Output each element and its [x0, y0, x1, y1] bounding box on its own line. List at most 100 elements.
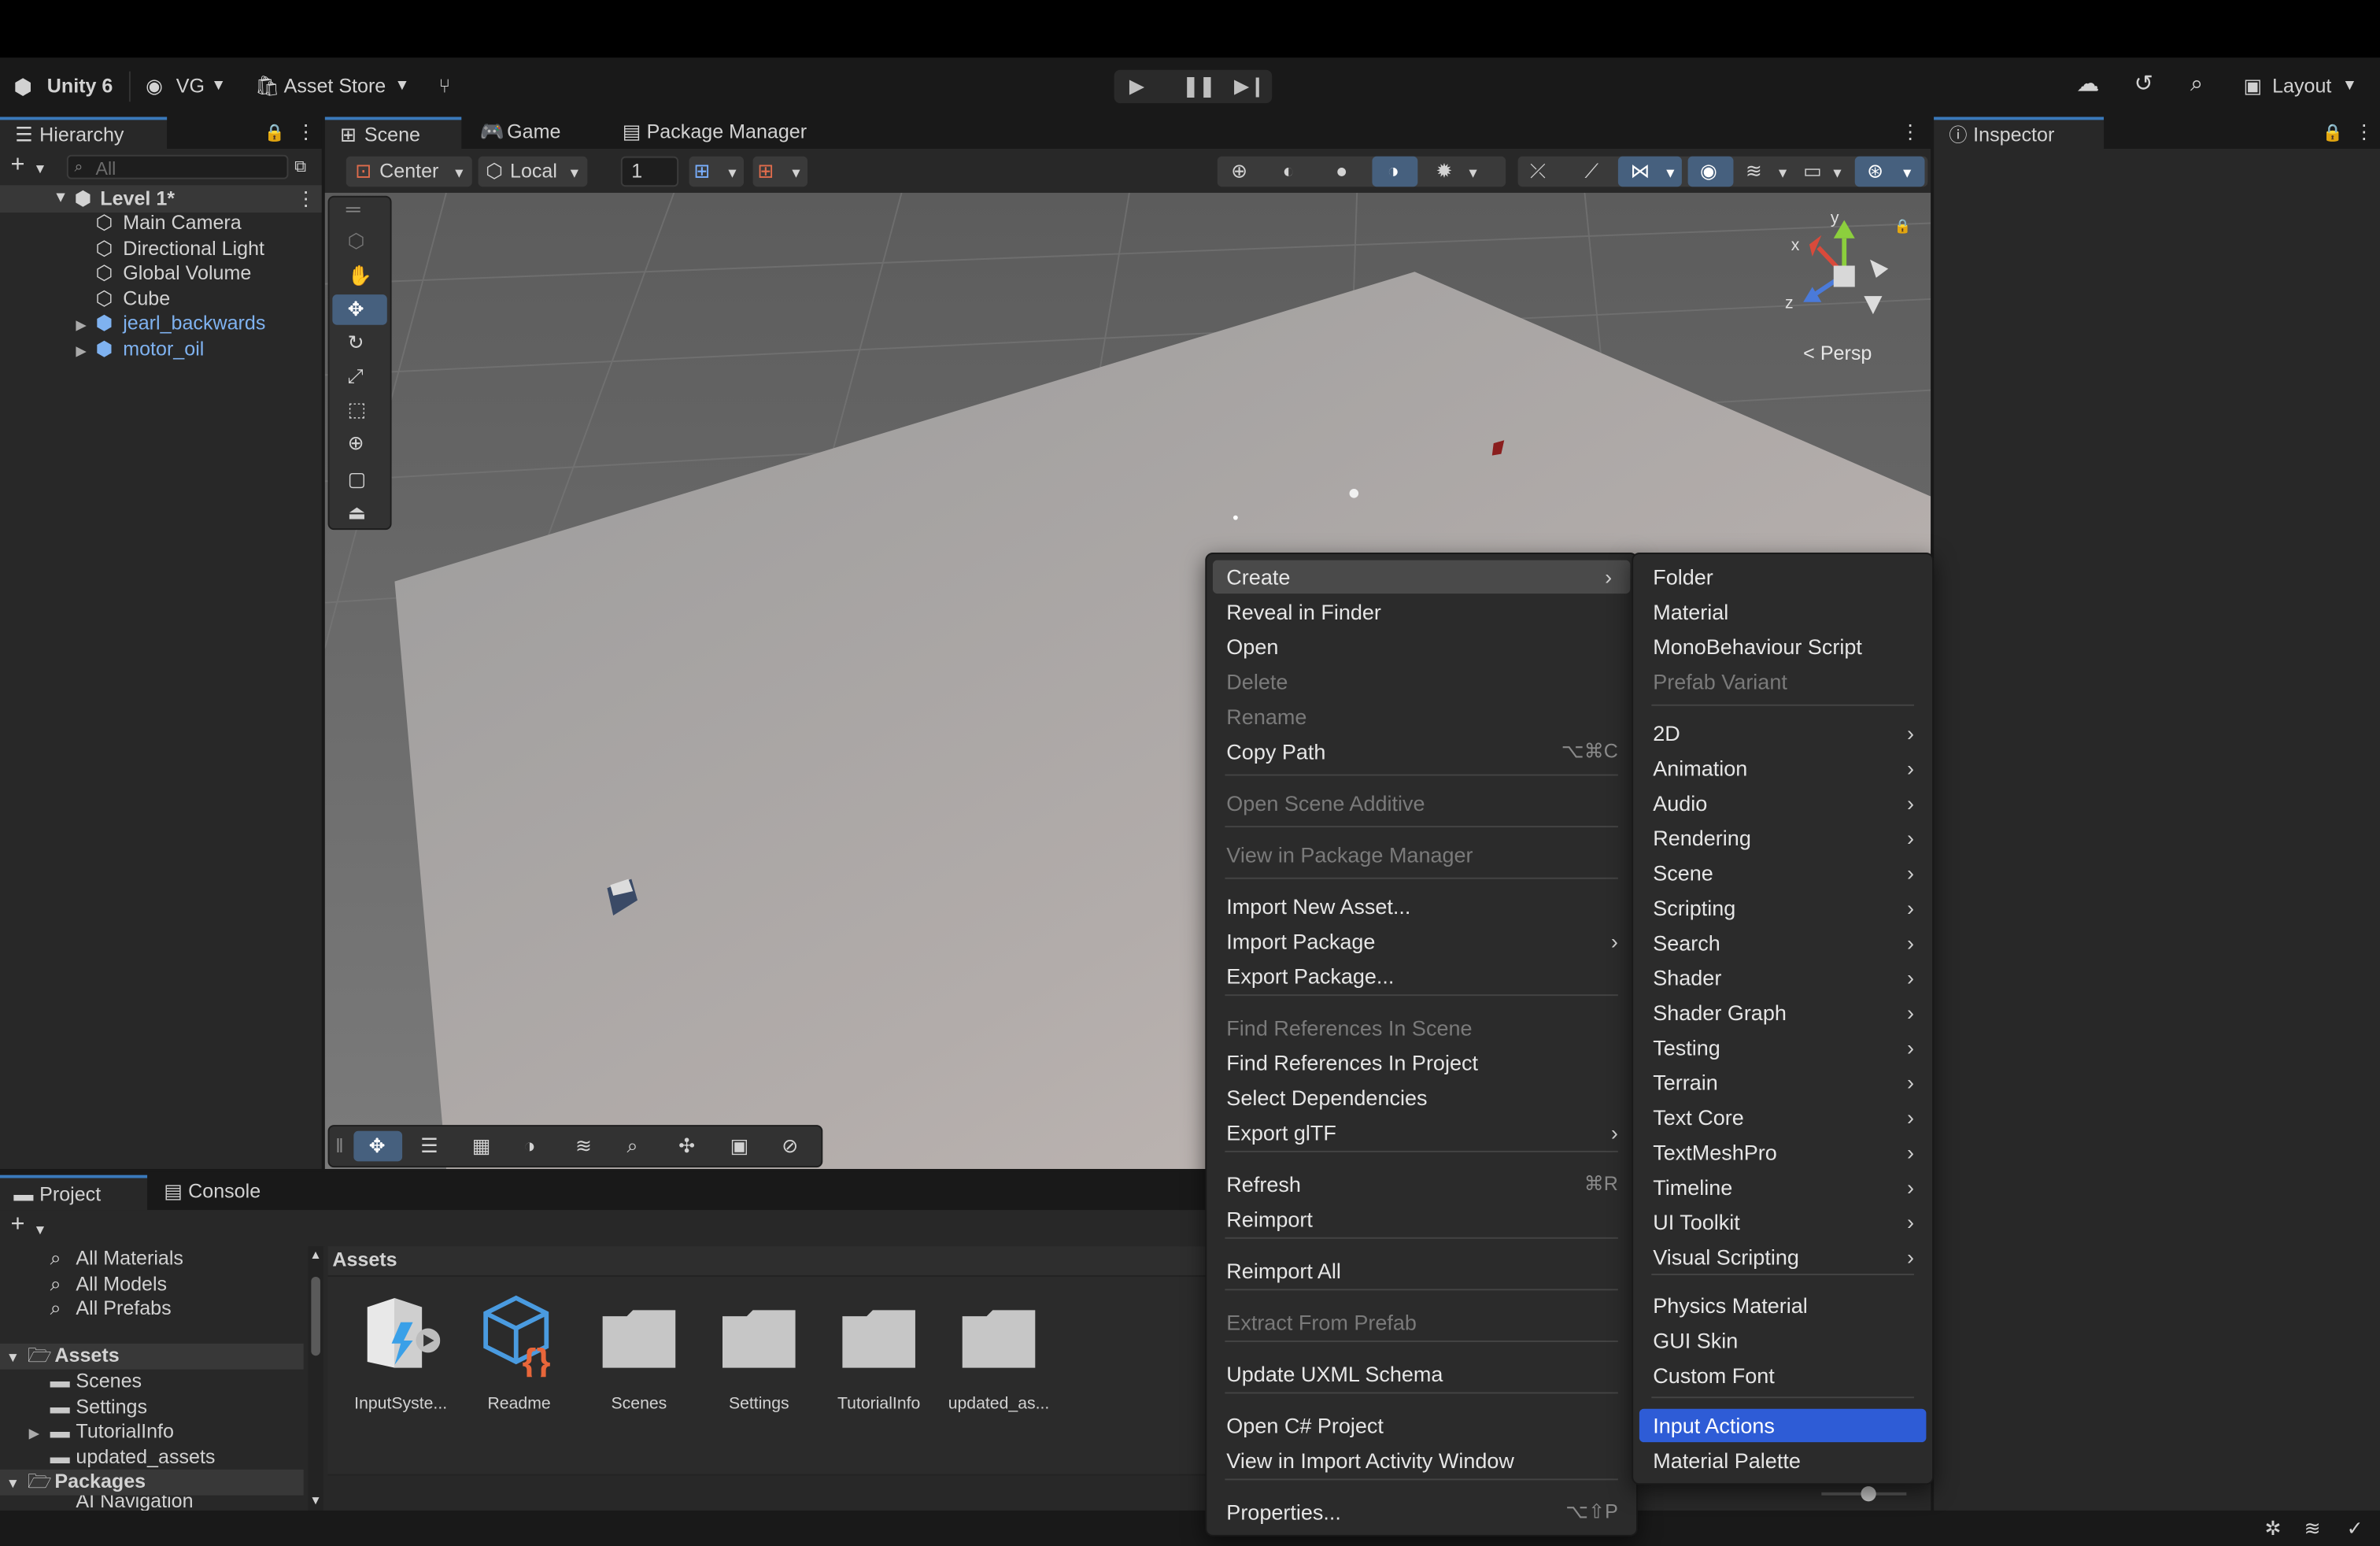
- hand-tool-icon[interactable]: ✋: [348, 264, 372, 289]
- tab-console[interactable]: ▤ Console: [155, 1175, 292, 1210]
- menu-item-monobehaviour-script[interactable]: MonoBehaviour Script: [1633, 630, 1932, 663]
- scene-more-icon[interactable]: ⋮: [296, 187, 316, 211]
- step-button[interactable]: ▶❙: [1234, 75, 1266, 99]
- menu-item-reveal-in-finder[interactable]: Reveal in Finder: [1207, 595, 1636, 628]
- more-menu-icon[interactable]: ⋮: [296, 120, 316, 144]
- status-check-icon[interactable]: ✓: [2347, 1517, 2363, 1541]
- overlay-camera-icon[interactable]: ▣: [730, 1134, 749, 1159]
- icon-size-slider-thumb[interactable]: [1861, 1486, 1876, 1502]
- menu-item-rendering[interactable]: Rendering ›: [1633, 821, 1932, 854]
- expand-arrow-icon[interactable]: ▼: [54, 187, 68, 211]
- menu-item-select-dependencies[interactable]: Select Dependencies: [1207, 1081, 1636, 1114]
- menu-item-export-gltf[interactable]: Export glTF ›: [1207, 1116, 1636, 1149]
- expand-arrow-icon[interactable]: ▶: [76, 338, 86, 363]
- menu-item-ui-toolkit[interactable]: UI Toolkit ›: [1633, 1205, 1932, 1238]
- menu-item-view-in-import-activity-window[interactable]: View in Import Activity Window: [1207, 1444, 1636, 1477]
- global-view-icon[interactable]: ⊕: [1231, 160, 1247, 184]
- bottom-overlay-grip-icon[interactable]: ‖: [335, 1134, 343, 1159]
- menu-item-scripting[interactable]: Scripting ›: [1633, 891, 1932, 924]
- menu-item-text-core[interactable]: Text Core ›: [1633, 1100, 1932, 1134]
- scene-row[interactable]: ▼ ⬢ Level 1* ⋮: [0, 185, 322, 213]
- projection-toggle[interactable]: < Persp: [1803, 342, 1872, 366]
- inspector-more-icon[interactable]: ⋮: [2354, 120, 2374, 144]
- unity-logo-icon[interactable]: ⬢: [13, 75, 32, 99]
- tree-scrollbar[interactable]: ▲ ▼: [308, 1246, 323, 1511]
- asset-scenes[interactable]: Scenes: [578, 1289, 700, 1419]
- inspector-lock-icon[interactable]: 🔒: [2323, 121, 2343, 146]
- asset-store-dropdown[interactable]: Asset Store: [284, 75, 386, 99]
- menu-item-properties[interactable]: Properties... ⌥⇧P: [1207, 1496, 1636, 1529]
- packages-root-row[interactable]: ▼ 🗁 Packages: [0, 1469, 304, 1496]
- menu-item-reimport[interactable]: Reimport: [1207, 1202, 1636, 1235]
- folder-updated-assets[interactable]: ▬ updated_assets: [0, 1445, 304, 1471]
- increment-snapping-button[interactable]: ⊞ ▼: [752, 156, 808, 187]
- gizmos-active[interactable]: [1854, 156, 1925, 187]
- gizmo-lock-icon[interactable]: 🔒: [1894, 214, 1912, 239]
- overlay-search-icon[interactable]: ⌕: [627, 1134, 638, 1159]
- asset-updated-as[interactable]: updated_as...: [938, 1289, 1059, 1419]
- layers-chevron-icon[interactable]: ▼: [1776, 161, 1789, 185]
- menu-item-export-package[interactable]: Export Package...: [1207, 960, 1636, 993]
- menu-item-timeline[interactable]: Timeline ›: [1633, 1171, 1932, 1204]
- tree-scroll-thumb[interactable]: [311, 1276, 320, 1356]
- tab-project[interactable]: ▬ Project: [0, 1174, 148, 1211]
- overlay-grid-icon[interactable]: ▦: [472, 1134, 491, 1159]
- small-object[interactable]: [1232, 515, 1238, 520]
- camera-icon[interactable]: ▭: [1803, 160, 1822, 184]
- tab-package-manager[interactable]: ▤ Package Manager: [616, 117, 844, 150]
- overlay-lighting-icon[interactable]: ◑: [523, 1134, 535, 1159]
- scene-more-menu-icon[interactable]: ⋮: [1901, 120, 1920, 144]
- cache-server-icon[interactable]: ≋: [2304, 1517, 2321, 1541]
- create-chevron-down-icon[interactable]: ▼: [33, 157, 46, 181]
- menu-item-create[interactable]: Create ›: [1212, 560, 1631, 594]
- menu-item-shader[interactable]: Shader ›: [1633, 961, 1932, 994]
- folder-scenes[interactable]: ▬ Scenes: [0, 1370, 304, 1396]
- menu-item-terrain[interactable]: Terrain ›: [1633, 1066, 1932, 1099]
- create-plus-icon[interactable]: +: [11, 153, 25, 178]
- lock-icon[interactable]: 🔒: [264, 121, 285, 146]
- hierarchy-item-global-volume[interactable]: ⬡ Global Volume: [0, 261, 322, 287]
- menu-item-open-c-project[interactable]: Open C# Project: [1207, 1409, 1636, 1442]
- search-icon[interactable]: ⌕: [2190, 72, 2203, 98]
- hierarchy-prefab-motor-oil[interactable]: ▶ ⬢ motor_oil: [0, 337, 322, 363]
- tab-hierarchy[interactable]: ☰ Hierarchy: [0, 117, 168, 150]
- breadcrumb[interactable]: Assets: [332, 1248, 397, 1272]
- assets-expand-icon[interactable]: ▼: [6, 1345, 20, 1370]
- fx-toggle-icon[interactable]: ⟋: [1584, 160, 1598, 184]
- menu-item-textmeshpro[interactable]: TextMeshPro ›: [1633, 1136, 1932, 1169]
- probe-tool-icon[interactable]: ⏏: [348, 501, 367, 525]
- menu-item-testing[interactable]: Testing ›: [1633, 1031, 1932, 1064]
- asset-settings[interactable]: Settings: [698, 1289, 819, 1419]
- menu-item-copy-path[interactable]: Copy Path ⌥⌘C: [1207, 734, 1636, 767]
- favorite-all-models[interactable]: ⌕ All Models: [0, 1272, 304, 1298]
- expand-arrow-icon[interactable]: ▶: [29, 1422, 39, 1446]
- packages-first-row[interactable]: AI Navigation: [0, 1496, 304, 1511]
- scale-tool-icon[interactable]: ⤢: [348, 364, 364, 389]
- transform-tool-icon[interactable]: ⊕: [348, 431, 364, 456]
- expand-arrow-icon[interactable]: ▶: [76, 313, 86, 338]
- light-gizmo[interactable]: [1349, 489, 1359, 498]
- menu-item-scene[interactable]: Scene ›: [1633, 856, 1932, 890]
- grid-increment-input[interactable]: 1: [620, 156, 679, 187]
- debug-icon[interactable]: ✲: [2264, 1517, 2281, 1541]
- scene-visibility-icon[interactable]: ⧉: [294, 155, 306, 179]
- shading-mode-icon[interactable]: ◐: [1283, 160, 1295, 184]
- menu-item-gui-skin[interactable]: GUI Skin: [1633, 1324, 1932, 1357]
- menu-item-audio[interactable]: Audio ›: [1633, 786, 1932, 819]
- project-create-chevron-icon[interactable]: ▼: [33, 1218, 46, 1242]
- hierarchy-prefab-jearl-backwards[interactable]: ▶ ⬢ jearl_backwards: [0, 312, 322, 338]
- tab-inspector[interactable]: ⓘ Inspector: [1934, 117, 2105, 150]
- shaded-icon[interactable]: ●: [1336, 160, 1347, 184]
- hierarchy-item-directional-light[interactable]: ⬡ Directional Light: [0, 236, 322, 262]
- menu-item-material-palette[interactable]: Material Palette: [1633, 1444, 1932, 1477]
- menu-item-animation[interactable]: Animation ›: [1633, 752, 1932, 785]
- grid-snapping-button[interactable]: ⊞ ▼: [689, 156, 745, 187]
- account-dropdown[interactable]: VG: [176, 75, 205, 99]
- history-icon[interactable]: ↺: [2134, 72, 2153, 98]
- menu-item-open[interactable]: Open: [1207, 630, 1636, 663]
- packages-expand-icon[interactable]: ▼: [6, 1471, 20, 1496]
- layers-icon[interactable]: ≋: [1746, 160, 1762, 184]
- menu-item-import-package[interactable]: Import Package ›: [1207, 925, 1636, 958]
- asset-store-chevron-down-icon[interactable]: ▼: [394, 75, 409, 99]
- orientation-gizmo[interactable]: y x z 🔒 < Persp: [1776, 202, 1913, 384]
